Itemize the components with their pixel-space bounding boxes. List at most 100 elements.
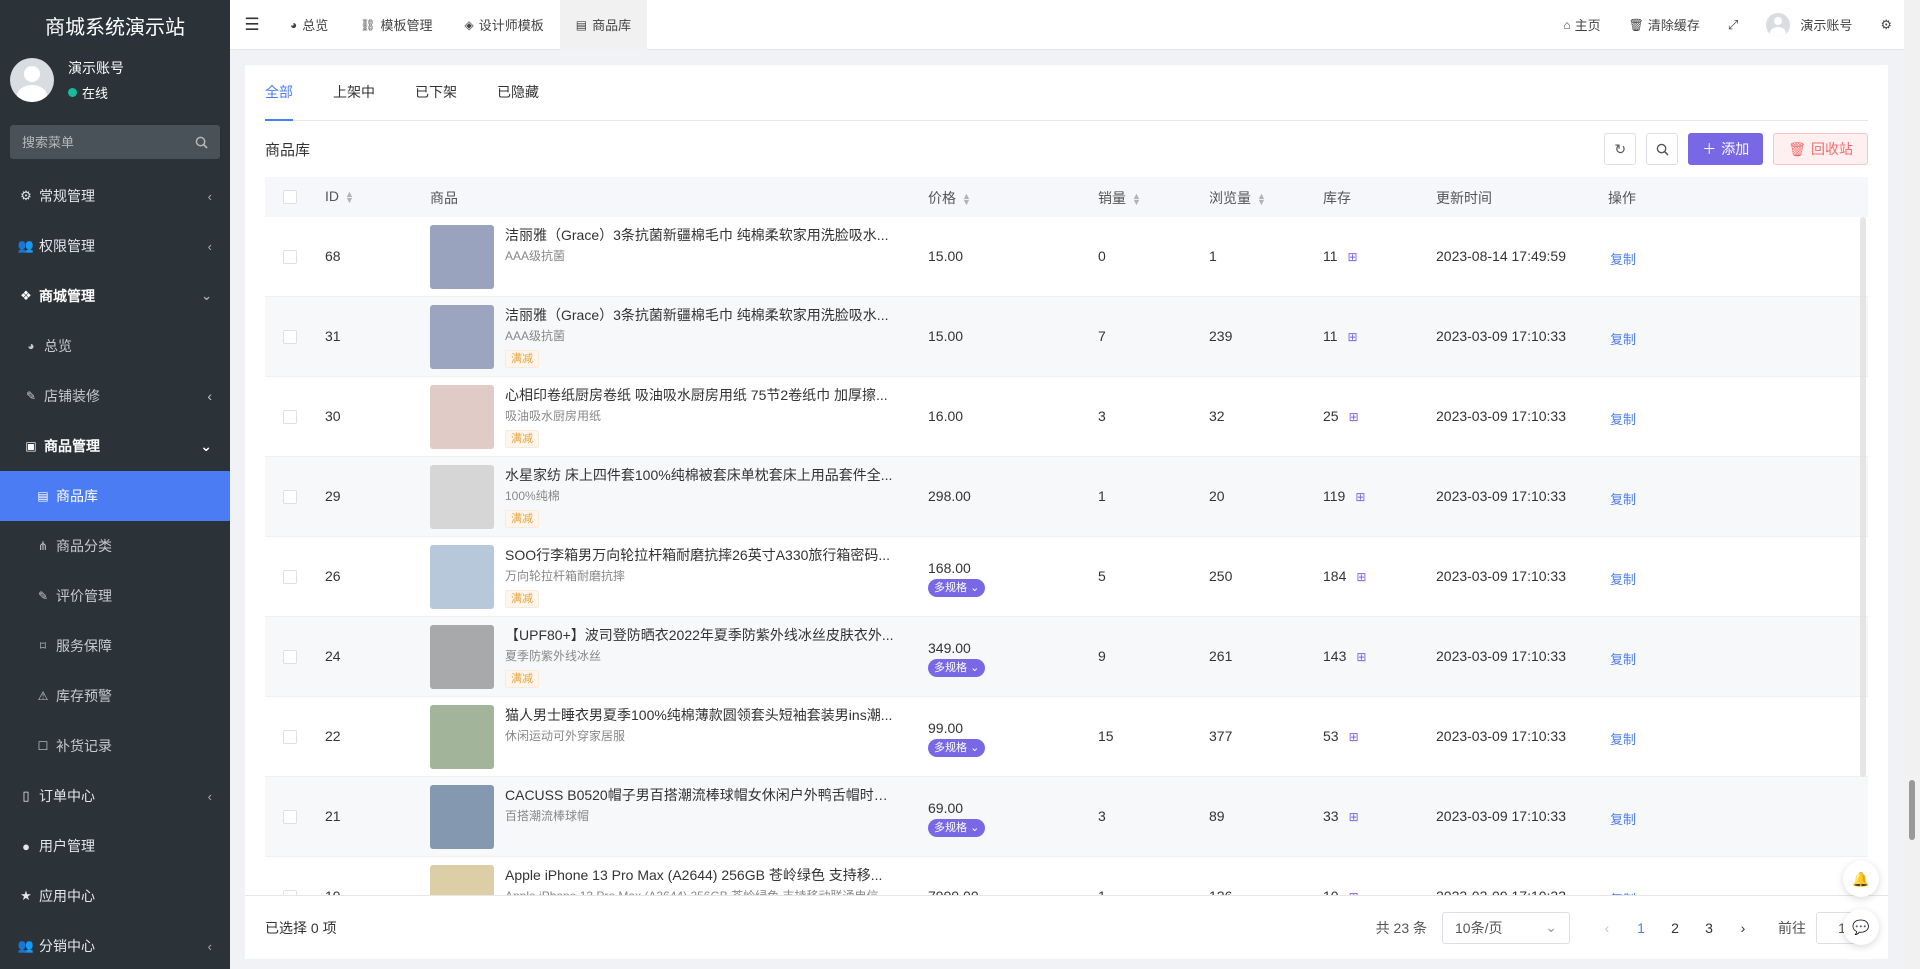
copy-link[interactable]: 复制 (1610, 729, 1636, 748)
prev-page-button[interactable]: ‹ (1592, 913, 1622, 943)
page-scrollbar[interactable] (1904, 0, 1920, 969)
menu-toggle-icon[interactable]: ☰ (230, 0, 274, 50)
multi-spec-tag[interactable]: 多规格 ⌄ (928, 739, 986, 757)
add-button[interactable]: ＋添加 (1688, 133, 1764, 165)
bell-icon[interactable]: 🔔 (1843, 861, 1879, 897)
sidebar-item-product-library[interactable]: ▤ 商品库 (0, 471, 230, 521)
table-row[interactable]: 31 洁丽雅（Grace）3条抗菌新疆棉毛巾 纯棉柔软家用洗脸吸水... AAA级抗… (265, 297, 1868, 377)
restock-icon[interactable]: ⊞ (1349, 730, 1359, 744)
settings-gears-icon[interactable]: ⚙ (1866, 17, 1906, 33)
recycle-bin-button[interactable]: 🗑 回收站 (1773, 133, 1868, 165)
product-title[interactable]: Apple iPhone 13 Pro Max (A2644) 256GB 苍岭… (505, 865, 897, 885)
product-title[interactable]: 水星家纺 床上四件套100%纯棉被套床单枕套床上用品套件全... (505, 465, 897, 485)
page-3[interactable]: 3 (1694, 913, 1724, 943)
copy-link[interactable]: 复制 (1610, 489, 1636, 508)
copy-link[interactable]: 复制 (1610, 249, 1636, 268)
product-thumbnail[interactable] (430, 865, 494, 895)
product-thumbnail[interactable] (430, 465, 494, 529)
sidebar-item-reviews[interactable]: ✎ 评价管理 (0, 571, 230, 621)
row-checkbox[interactable] (283, 810, 297, 824)
restock-icon[interactable]: ⊞ (1355, 490, 1365, 504)
product-thumbnail[interactable] (430, 305, 494, 369)
restock-icon[interactable]: ⊞ (1349, 810, 1359, 824)
product-thumbnail[interactable] (430, 625, 494, 689)
tab-template-mgmt[interactable]: ⛓ 模板管理 (344, 0, 448, 50)
product-title[interactable]: 洁丽雅（Grace）3条抗菌新疆棉毛巾 纯棉柔软家用洗脸吸水... (505, 225, 897, 245)
sidebar-item-permissions[interactable]: 👥 权限管理 ‹ (0, 221, 230, 271)
multi-spec-tag[interactable]: 多规格 ⌄ (928, 659, 986, 677)
table-row[interactable]: 21 CACUSS B0520帽子男百搭潮流棒球帽女休闲户外鸭舌帽时尚... 百搭潮… (265, 777, 1868, 857)
next-page-button[interactable]: › (1728, 913, 1758, 943)
sidebar-item-orders[interactable]: ▯ 订单中心 ‹ (0, 771, 230, 821)
row-checkbox[interactable] (283, 330, 297, 344)
copy-link[interactable]: 复制 (1610, 569, 1636, 588)
copy-link[interactable]: 复制 (1610, 329, 1636, 348)
product-title[interactable]: 心相印卷纸厨房卷纸 吸油吸水厨房用纸 75节2卷纸巾 加厚擦... (505, 385, 897, 405)
product-thumbnail[interactable] (430, 385, 494, 449)
row-checkbox[interactable] (283, 250, 297, 264)
fullscreen-icon[interactable]: ⤢ (1714, 17, 1752, 33)
product-thumbnail[interactable] (430, 545, 494, 609)
table-row[interactable]: 30 心相印卷纸厨房卷纸 吸油吸水厨房用纸 75节2卷纸巾 加厚擦... 吸油吸水厨… (265, 377, 1868, 457)
product-thumbnail[interactable] (430, 225, 494, 289)
sidebar-item-apps[interactable]: ★ 应用中心 (0, 871, 230, 921)
copy-link[interactable]: 复制 (1610, 409, 1636, 428)
product-title[interactable]: 洁丽雅（Grace）3条抗菌新疆棉毛巾 纯棉柔软家用洗脸吸水... (505, 305, 897, 325)
table-row[interactable]: 19 Apple iPhone 13 Pro Max (A2644) 256GB … (265, 857, 1868, 895)
filter-tab-hidden[interactable]: 已隐藏 (497, 64, 539, 120)
table-row[interactable]: 68 洁丽雅（Grace）3条抗菌新疆棉毛巾 纯棉柔软家用洗脸吸水... AAA级抗… (265, 217, 1868, 297)
chat-icon[interactable]: 💬 (1843, 909, 1879, 945)
tab-overview[interactable]: ◕ 总览 (274, 0, 344, 50)
product-title[interactable]: CACUSS B0520帽子男百搭潮流棒球帽女休闲户外鸭舌帽时尚... (505, 785, 897, 805)
filter-tab-on-shelf[interactable]: 上架中 (333, 64, 375, 120)
product-thumbnail[interactable] (430, 705, 494, 769)
sidebar-item-users[interactable]: ● 用户管理 (0, 821, 230, 871)
row-checkbox[interactable] (283, 410, 297, 424)
restock-icon[interactable]: ⊞ (1356, 570, 1366, 584)
page-1[interactable]: 1 (1626, 913, 1656, 943)
product-title[interactable]: SOO行李箱男万向轮拉杆箱耐磨抗摔26英寸A330旅行箱密码... (505, 545, 897, 565)
multi-spec-tag[interactable]: 多规格 ⌄ (928, 819, 986, 837)
sidebar-item-restock[interactable]: ☐ 补货记录 (0, 721, 230, 771)
sidebar-item-category[interactable]: ⋔ 商品分类 (0, 521, 230, 571)
row-checkbox[interactable] (283, 650, 297, 664)
table-row[interactable]: 24 【UPF80+】波司登防晒衣2022年夏季防紫外线冰丝皮肤衣外... 夏季防紫… (265, 617, 1868, 697)
refresh-button[interactable]: ↻ (1604, 133, 1637, 165)
home-link[interactable]: ⌂ 主页 (1549, 15, 1614, 34)
tab-designer-templates[interactable]: ◈ 设计师模板 (449, 0, 560, 50)
tab-product-library[interactable]: ▤ 商品库 (559, 0, 648, 50)
search-icon[interactable] (195, 136, 208, 149)
product-title[interactable]: 【UPF80+】波司登防晒衣2022年夏季防紫外线冰丝皮肤衣外... (505, 625, 897, 645)
row-checkbox[interactable] (283, 490, 297, 504)
brand-title[interactable]: 商城系统演示站 (0, 0, 230, 50)
table-scrollbar[interactable] (1860, 217, 1866, 777)
col-price[interactable]: 价格 ▲ ▼ (928, 188, 971, 208)
col-views[interactable]: 浏览量 ▲ ▼ (1209, 188, 1266, 208)
sidebar-item-product-mgmt[interactable]: ▣ 商品管理 ⌄ (0, 421, 230, 471)
filter-tab-all[interactable]: 全部 (265, 64, 293, 121)
menu-search-input[interactable] (22, 134, 172, 150)
table-row[interactable]: 29 水星家纺 床上四件套100%纯棉被套床单枕套床上用品套件全... 100%纯棉… (265, 457, 1868, 537)
col-sales[interactable]: 销量 ▲ ▼ (1098, 188, 1141, 208)
page-2[interactable]: 2 (1660, 913, 1690, 943)
sidebar-item-general[interactable]: ⚙ 常规管理 ‹ (0, 171, 230, 221)
col-id[interactable]: ID ▲ ▼ (325, 188, 354, 205)
restock-icon[interactable]: ⊞ (1349, 410, 1359, 424)
restock-icon[interactable]: ⊞ (1348, 250, 1358, 264)
row-checkbox[interactable] (283, 570, 297, 584)
account-menu[interactable]: 演示账号 (1752, 12, 1866, 37)
row-checkbox[interactable] (283, 730, 297, 744)
product-title[interactable]: 猫人男士睡衣男夏季100%纯棉薄款圆领套头短袖套装男ins潮... (505, 705, 897, 725)
sidebar-item-overview[interactable]: ◕ 总览 (0, 321, 230, 371)
copy-link[interactable]: 复制 (1610, 649, 1636, 668)
restock-icon[interactable]: ⊞ (1348, 330, 1358, 344)
product-thumbnail[interactable] (430, 785, 494, 849)
page-size-select[interactable]: 10条/页 ⌄ (1442, 911, 1570, 944)
search-button[interactable] (1646, 133, 1679, 165)
table-row[interactable]: 22 猫人男士睡衣男夏季100%纯棉薄款圆领套头短袖套装男ins潮... 休闲运动可… (265, 697, 1868, 777)
clear-cache-button[interactable]: 🗑 清除缓存 (1615, 15, 1714, 34)
filter-tab-off-shelf[interactable]: 已下架 (415, 64, 457, 120)
page-scrollbar-thumb[interactable] (1909, 780, 1915, 840)
copy-link[interactable]: 复制 (1610, 809, 1636, 828)
table-row[interactable]: 26 SOO行李箱男万向轮拉杆箱耐磨抗摔26英寸A330旅行箱密码... 万向轮拉杆… (265, 537, 1868, 617)
